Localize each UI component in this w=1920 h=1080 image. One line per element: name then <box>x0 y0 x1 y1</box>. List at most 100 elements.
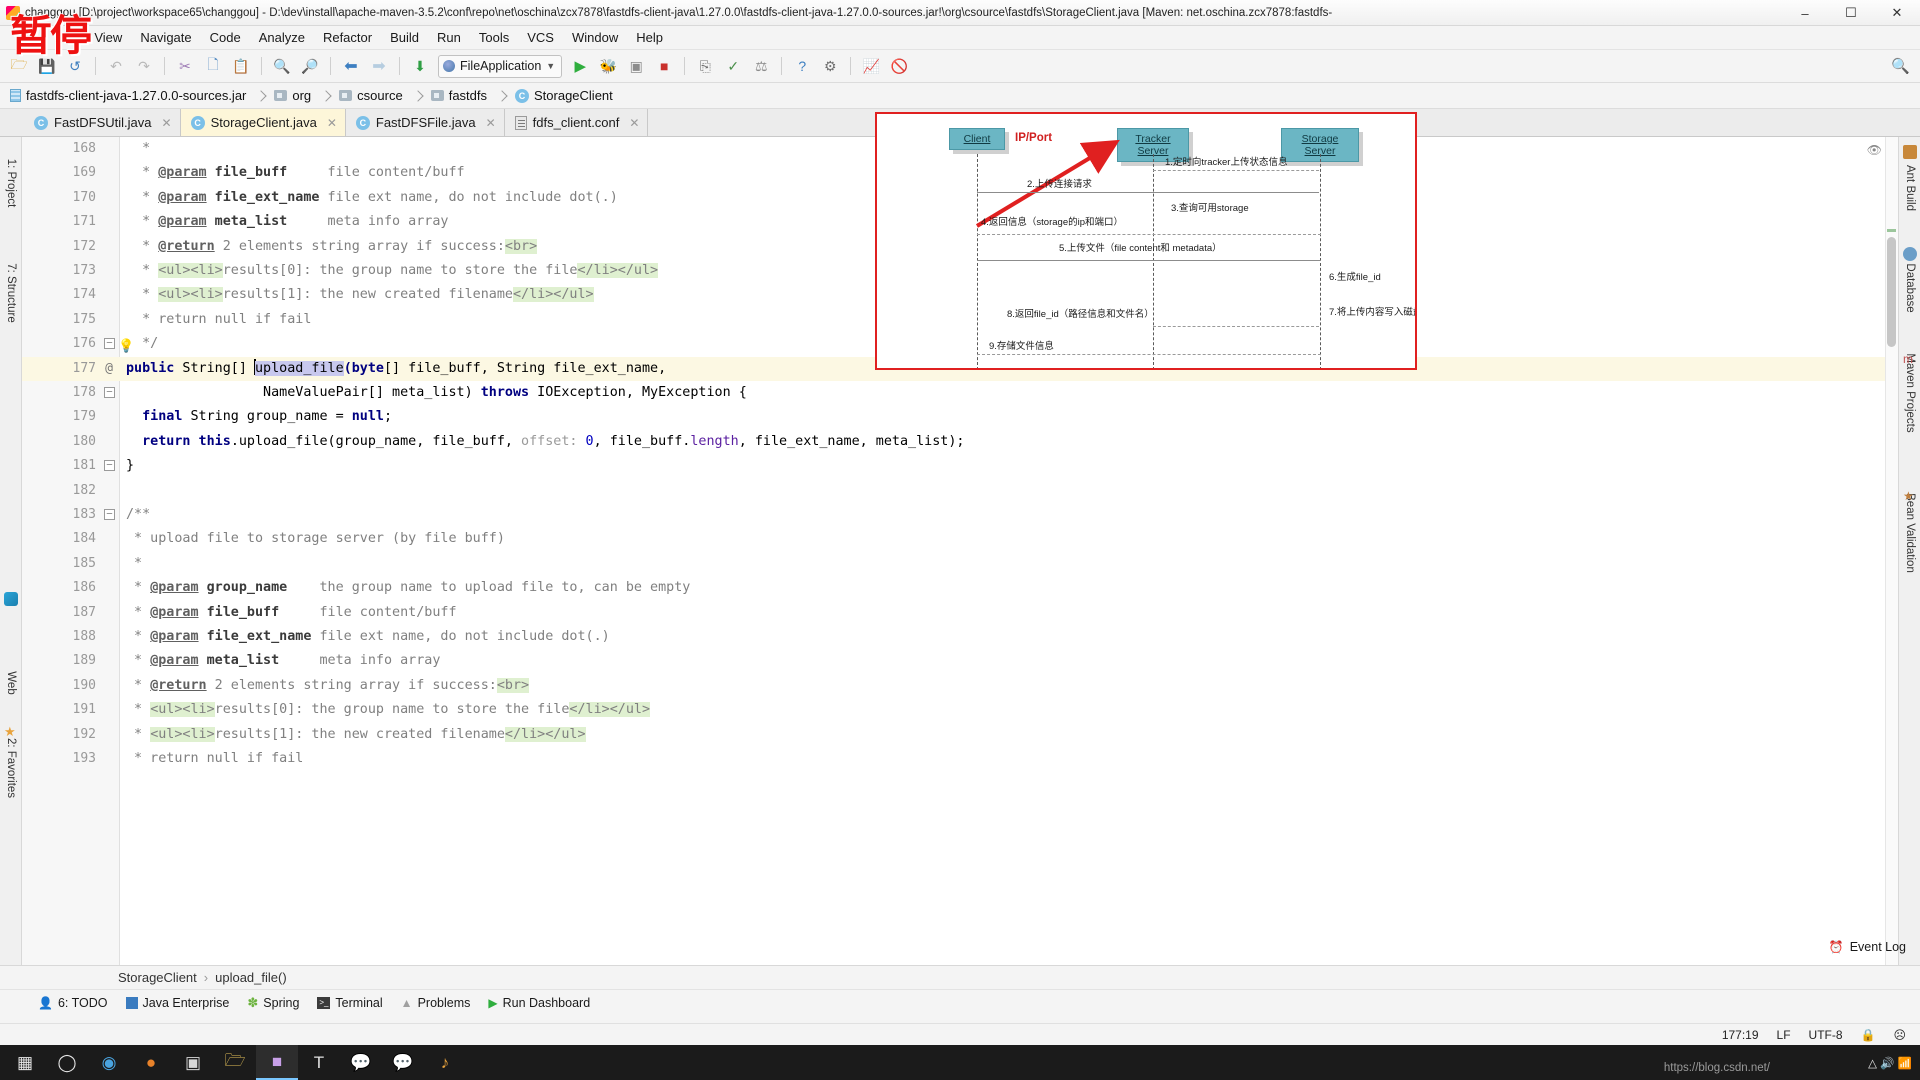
tool-window-run-dashboard[interactable]: ▶ Run Dashboard <box>488 996 590 1010</box>
sync-icon[interactable]: ↺ <box>62 54 88 79</box>
undo-icon[interactable]: ↶ <box>103 54 129 79</box>
chrome-icon[interactable]: ◉ <box>88 1045 130 1080</box>
sequence-diagram-overlay[interactable]: Client Tracker Server Storage Server IP/… <box>875 112 1417 370</box>
tool-window-terminal[interactable]: >_ Terminal <box>317 996 383 1010</box>
inspection-eye-icon[interactable]: 👁 <box>1867 143 1882 157</box>
menu-build[interactable]: Build <box>381 28 428 47</box>
breadcrumb-item-fastdfs[interactable]: fastdfs <box>429 88 513 103</box>
breadcrumb-item-storageclient[interactable]: C StorageClient <box>513 88 620 103</box>
close-icon[interactable]: ✕ <box>327 116 337 130</box>
profiler-icon[interactable]: ⚖ <box>748 54 774 79</box>
close-icon[interactable]: ✕ <box>629 116 639 130</box>
replace-icon[interactable]: 🔎 <box>297 54 323 79</box>
file-encoding[interactable]: UTF-8 <box>1809 1028 1843 1042</box>
event-log-button[interactable]: ⏰ Event Log <box>1829 940 1906 954</box>
breadcrumb-item-csource[interactable]: csource <box>337 88 429 103</box>
fold-marker[interactable]: – <box>104 338 115 350</box>
intellij-idea-icon[interactable]: ■ <box>256 1045 298 1080</box>
save-icon[interactable]: 💾 <box>34 54 60 79</box>
fold-marker[interactable]: – <box>104 460 115 472</box>
debug-icon[interactable]: 🐝 <box>595 54 621 79</box>
fold-marker[interactable]: – <box>104 509 115 520</box>
caret-position[interactable]: 177:19 <box>1722 1028 1759 1042</box>
breadcrumb-item-org[interactable]: org <box>272 88 337 103</box>
breadcrumb-item-jar[interactable]: fastdfs-client-java-1.27.0.0-sources.jar <box>8 88 272 103</box>
menu-vcs[interactable]: VCS <box>518 28 563 47</box>
search-everywhere-icon[interactable]: 🔍 <box>1891 57 1910 75</box>
tab-fastdfsfile[interactable]: C FastDFSFile.java ✕ <box>345 109 505 136</box>
windows-start-icon[interactable]: ▦ <box>4 1045 46 1080</box>
sidebar-item-project[interactable]: 1: Project <box>5 159 17 208</box>
stop-icon[interactable]: ■ <box>651 54 677 79</box>
firefox-icon[interactable]: ● <box>130 1045 172 1080</box>
menu-view[interactable]: View <box>85 28 131 47</box>
no-access-icon[interactable]: 🚫 <box>886 54 912 79</box>
media-icon[interactable]: ♪ <box>424 1045 466 1080</box>
line-separator[interactable]: LF <box>1777 1028 1791 1042</box>
lock-icon[interactable]: 🔒 <box>1861 1028 1876 1042</box>
marker[interactable] <box>1887 229 1896 232</box>
open-folder-icon[interactable]: 🗁 <box>6 54 32 79</box>
copy-icon[interactable]: 🗋 <box>200 54 226 79</box>
sidebar-item-favorites[interactable]: 2: Favorites <box>5 738 17 798</box>
tab-fastdfsutil[interactable]: C FastDFSUtil.java ✕ <box>24 109 181 136</box>
run-configuration-selector[interactable]: FileApplication ▼ <box>438 54 563 78</box>
close-icon[interactable]: ✕ <box>486 116 496 130</box>
sidebar-item-ant-build[interactable]: Ant Build <box>1904 165 1916 211</box>
typora-icon[interactable]: T <box>298 1045 340 1080</box>
tab-storageclient[interactable]: C StorageClient.java ✕ <box>180 109 346 136</box>
editor-marker-band[interactable]: 👁 <box>1867 137 1898 965</box>
wechat-icon[interactable]: 💬 <box>382 1045 424 1080</box>
forward-arrow-icon[interactable]: ➡ <box>366 54 392 79</box>
close-button[interactable]: ✕ <box>1874 0 1920 26</box>
tool-window-problems[interactable]: ▲ Problems <box>401 996 471 1010</box>
file-explorer-icon[interactable]: 🗁 <box>214 1045 256 1080</box>
menu-help[interactable]: Help <box>627 28 672 47</box>
close-icon[interactable]: ✕ <box>162 116 172 130</box>
help-icon[interactable]: ? <box>789 54 815 79</box>
redo-icon[interactable]: ↷ <box>131 54 157 79</box>
vertical-scrollbar[interactable] <box>1887 237 1896 347</box>
fold-marker[interactable]: – <box>104 387 115 398</box>
sidebar-item-bean-validation[interactable]: Bean Validation <box>1904 493 1916 573</box>
back-arrow-icon[interactable]: ⬅ <box>338 54 364 79</box>
chart-icon[interactable]: 📈 <box>858 54 884 79</box>
menu-run[interactable]: Run <box>428 28 470 47</box>
java-class-icon: C <box>355 115 370 130</box>
breadcrumb-class[interactable]: StorageClient <box>118 970 197 985</box>
menu-tools[interactable]: Tools <box>470 28 518 47</box>
cortana-search-icon[interactable]: ◯ <box>46 1045 88 1080</box>
menu-analyze[interactable]: Analyze <box>250 28 314 47</box>
settings-icon[interactable]: ⚙ <box>817 54 843 79</box>
tab-fdfs-client-conf[interactable]: fdfs_client.conf ✕ <box>504 109 649 136</box>
cut-icon[interactable]: ✂ <box>172 54 198 79</box>
sidebar-item-structure[interactable]: 7: Structure <box>5 263 17 322</box>
menu-navigate[interactable]: Navigate <box>131 28 200 47</box>
menu-window[interactable]: Window <box>563 28 627 47</box>
git-branch-icon[interactable]: ☹ <box>1893 1028 1906 1042</box>
commit-icon[interactable]: ✓ <box>720 54 746 79</box>
menu-edit[interactable]: Edit <box>45 28 85 47</box>
editor-icon[interactable]: ▣ <box>172 1045 214 1080</box>
coverage-icon[interactable]: ▣ <box>623 54 649 79</box>
line-number: 191 <box>72 702 96 718</box>
menu-refactor[interactable]: Refactor <box>314 28 381 47</box>
breadcrumb-method[interactable]: upload_file() <box>215 970 287 985</box>
menu-file[interactable]: File <box>6 28 45 47</box>
minimize-button[interactable]: – <box>1782 0 1828 26</box>
update-project-icon[interactable]: ⎘ <box>692 54 718 79</box>
tool-window-spring[interactable]: ✽ Spring <box>247 995 299 1011</box>
tool-window-todo[interactable]: 👤 6: TODO <box>38 996 108 1010</box>
menu-code[interactable]: Code <box>201 28 250 47</box>
paste-icon[interactable]: 📋 <box>228 54 254 79</box>
tray-icons[interactable]: △ 🔊 📶 <box>1868 1056 1912 1070</box>
compile-icon[interactable]: ⬇ <box>407 54 433 79</box>
run-icon[interactable]: ▶ <box>567 54 593 79</box>
tool-window-java-enterprise[interactable]: Java Enterprise <box>125 996 229 1010</box>
qq-icon[interactable]: 💬 <box>340 1045 382 1080</box>
sidebar-item-database[interactable]: Database <box>1904 263 1916 312</box>
maximize-button[interactable]: ☐ <box>1828 0 1874 26</box>
find-icon[interactable]: 🔍 <box>269 54 295 79</box>
system-tray[interactable]: △ 🔊 📶 <box>1868 1056 1912 1070</box>
sidebar-item-web[interactable]: Web <box>5 671 17 694</box>
